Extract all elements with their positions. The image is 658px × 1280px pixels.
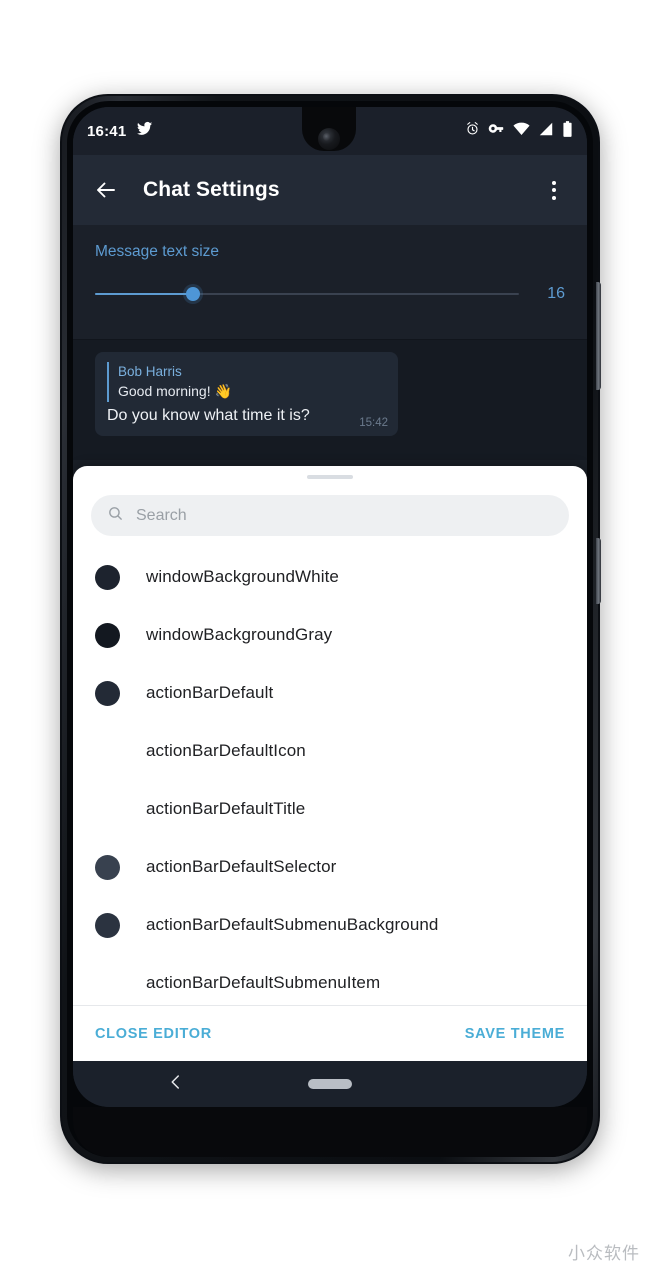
list-item[interactable]: actionBarDefaultSelector <box>73 838 587 896</box>
nav-back-button[interactable] <box>167 1073 185 1096</box>
phone-bottom-chin <box>73 1107 587 1157</box>
color-swatch[interactable] <box>95 854 120 880</box>
search-bar[interactable]: Search <box>91 495 569 536</box>
list-item[interactable]: actionBarDefaultSubmenuBackground <box>73 896 587 954</box>
back-button[interactable] <box>91 175 121 205</box>
app-bar: Chat Settings <box>73 155 587 225</box>
reply-message-text: Good morning! 👋 <box>118 383 232 399</box>
nav-home-pill[interactable] <box>308 1079 352 1089</box>
list-item[interactable]: actionBarDefault <box>73 664 587 722</box>
cellular-signal-icon <box>538 122 554 141</box>
watermark: 小众软件 <box>568 1244 640 1264</box>
search-input[interactable]: Search <box>136 507 187 525</box>
color-swatch-placeholder <box>95 971 120 996</box>
nav-back-chevron-icon <box>171 1074 179 1089</box>
color-swatch[interactable] <box>95 564 120 590</box>
search-icon <box>107 505 124 527</box>
list-item-label: windowBackgroundGray <box>146 625 333 644</box>
theme-color-list[interactable]: windowBackgroundWhite windowBackgroundGr… <box>73 536 587 1005</box>
theme-editor-bottom-sheet: Search windowBackgroundWhite windowBackg… <box>73 466 587 1061</box>
status-bar-clock: 16:41 <box>87 122 127 140</box>
battery-icon <box>562 120 573 142</box>
wifi-icon <box>513 122 530 141</box>
chat-preview-area: Bob Harris Good morning! 👋 Do you know w… <box>73 340 587 460</box>
color-swatch[interactable] <box>95 912 120 938</box>
save-theme-button[interactable]: SAVE THEME <box>465 1026 565 1042</box>
vpn-key-icon <box>488 121 505 141</box>
list-item[interactable]: windowBackgroundWhite <box>73 548 587 606</box>
message-text-size-row: 16 <box>95 285 565 303</box>
more-vert-icon <box>552 180 556 200</box>
status-bar-right <box>465 120 573 142</box>
reply-quote[interactable]: Bob Harris Good morning! 👋 <box>107 362 386 402</box>
chat-message-bubble[interactable]: Bob Harris Good morning! 👋 Do you know w… <box>95 352 398 436</box>
message-timestamp: 15:42 <box>359 417 388 429</box>
arrow-back-icon <box>97 182 115 198</box>
slider-thumb[interactable] <box>185 287 200 301</box>
page-title: Chat Settings <box>143 178 280 201</box>
list-item[interactable]: actionBarDefaultSubmenuItem <box>73 954 587 1005</box>
message-text: Do you know what time it is? <box>107 407 310 424</box>
sheet-drag-handle[interactable] <box>307 475 353 479</box>
screenshot-stage: 16:41 Chat Settings Message text size 16… <box>0 0 658 1280</box>
text-size-value: 16 <box>547 285 565 302</box>
phone-screen: 16:41 Chat Settings Message text size 16… <box>73 107 587 1107</box>
message-text-size-section: Message text size 16 <box>73 225 587 340</box>
color-swatch[interactable] <box>95 622 120 648</box>
list-item[interactable]: actionBarDefaultIcon <box>73 722 587 780</box>
front-camera-icon <box>318 128 340 150</box>
slider-fill <box>95 293 193 295</box>
alarm-icon <box>465 121 480 141</box>
volume-button[interactable] <box>596 282 601 390</box>
list-item-label: actionBarDefaultSubmenuItem <box>146 973 381 992</box>
sheet-action-bar: CLOSE EDITOR SAVE THEME <box>73 1005 587 1061</box>
list-item-label: actionBarDefaultSelector <box>146 857 337 876</box>
list-item-label: actionBarDefaultTitle <box>146 799 306 818</box>
android-navigation-bar <box>73 1061 587 1107</box>
overflow-menu-button[interactable] <box>539 175 569 205</box>
message-text-size-label: Message text size <box>95 243 220 260</box>
list-item-label: actionBarDefault <box>146 683 274 702</box>
text-size-slider[interactable] <box>95 285 519 303</box>
list-item-label: actionBarDefaultIcon <box>146 741 306 760</box>
twitter-bird-icon <box>136 120 153 142</box>
color-swatch-placeholder <box>95 739 120 764</box>
list-item[interactable]: windowBackgroundGray <box>73 606 587 664</box>
power-button[interactable] <box>596 538 601 604</box>
color-swatch[interactable] <box>95 680 120 706</box>
status-bar-left: 16:41 <box>87 120 153 142</box>
color-swatch-placeholder <box>95 797 120 822</box>
list-item-label: windowBackgroundWhite <box>146 567 339 586</box>
list-item-label: actionBarDefaultSubmenuBackground <box>146 915 439 934</box>
close-editor-button[interactable]: CLOSE EDITOR <box>95 1026 212 1042</box>
reply-author-name: Bob Harris <box>118 364 182 379</box>
list-item[interactable]: actionBarDefaultTitle <box>73 780 587 838</box>
